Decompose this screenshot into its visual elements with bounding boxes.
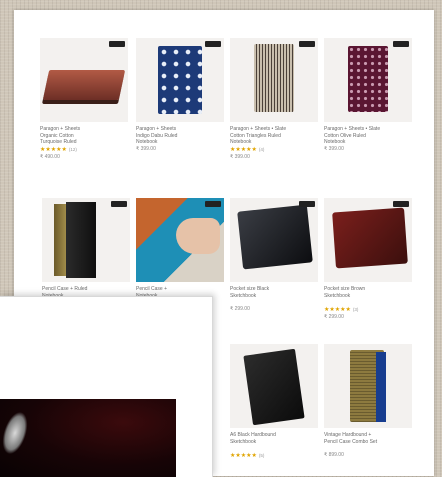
product-rating: ★★★★★ (3): [324, 306, 412, 314]
product-price: ₹ 299.00: [230, 306, 250, 312]
product-price: ₹ 490.00: [40, 154, 60, 160]
product-badge: [393, 41, 409, 47]
product-image[interactable]: [40, 38, 128, 122]
rating-stars: ★★★★★: [230, 147, 257, 153]
product-image[interactable]: [230, 38, 318, 122]
product-image[interactable]: [136, 198, 224, 282]
notebook-image: [332, 207, 408, 269]
notebook-cover-image: [376, 352, 386, 422]
notebook-image: [348, 46, 388, 112]
product-badge: [109, 41, 125, 47]
rating-count: (5): [258, 453, 265, 458]
hand-image: [176, 218, 220, 254]
product-title[interactable]: Paragon + Sheets • Slate Cotton Olive Ru…: [324, 126, 412, 146]
product-price: ₹ 399.00: [324, 146, 344, 152]
product-title[interactable]: Vintage Hardbound + Pencil Case Combo Se…: [324, 432, 412, 452]
product-card[interactable]: Pocket size Black Sketchbook ₹ 299.00: [230, 198, 318, 313]
video-highlight: [0, 408, 33, 458]
product-rating: ★★★★★ (12): [40, 146, 128, 154]
product-image[interactable]: [136, 38, 224, 122]
notebook-image: [243, 348, 305, 426]
product-badge: [393, 201, 409, 207]
product-price: ₹ 899.00: [324, 452, 344, 458]
product-card[interactable]: Paragon + Sheets Organic Cotton Turquois…: [40, 38, 128, 161]
notebook-image: [42, 70, 126, 100]
product-price: ₹ 299.00: [324, 314, 344, 320]
notebook-image: [254, 44, 294, 112]
product-rating: ★★★★★ (5): [230, 452, 318, 460]
product-price: ₹ 399.00: [136, 146, 156, 152]
product-image[interactable]: [324, 198, 412, 282]
product-card[interactable]: A6 Black Hardbound Sketchbook ★★★★★ (5): [230, 344, 318, 460]
product-card[interactable]: Pencil Case + Notebook: [136, 198, 224, 306]
product-image[interactable]: [42, 198, 130, 282]
rating-count: (12): [68, 147, 77, 152]
product-badge: [205, 41, 221, 47]
product-image[interactable]: [324, 344, 412, 428]
product-title[interactable]: A6 Black Hardbound Sketchbook: [230, 432, 318, 452]
product-card[interactable]: Paragon + Sheets • Slate Cotton Olive Ru…: [324, 38, 412, 153]
product-title[interactable]: Paragon + Sheets • Slate Cotton Triangle…: [230, 126, 318, 146]
product-badge: [299, 41, 315, 47]
product-card[interactable]: Vintage Hardbound + Pencil Case Combo Se…: [324, 344, 412, 459]
product-title[interactable]: Pocket size Black Sketchbook: [230, 286, 318, 306]
product-title[interactable]: Paragon + Sheets Indigo Dabu Ruled Noteb…: [136, 126, 224, 146]
product-card[interactable]: Pocket size Brown Sketchbook ★★★★★ (3) ₹ …: [324, 198, 412, 321]
rating-stars: ★★★★★: [230, 453, 257, 459]
product-image[interactable]: [324, 38, 412, 122]
product-title[interactable]: Pocket size Brown Sketchbook: [324, 286, 412, 306]
overlay-window[interactable]: [0, 296, 213, 477]
notebook-image: [66, 202, 96, 278]
product-image[interactable]: [230, 344, 318, 428]
video-preview[interactable]: [0, 399, 176, 477]
product-card[interactable]: Paragon + Sheets • Slate Cotton Triangle…: [230, 38, 318, 161]
product-badge: [111, 201, 127, 207]
product-card[interactable]: Pencil Case + Ruled Notebook: [42, 198, 130, 306]
product-title[interactable]: Paragon + Sheets Organic Cotton Turquois…: [40, 126, 128, 146]
notebook-image: [158, 46, 202, 114]
product-price: ₹ 399.00: [230, 154, 250, 160]
rating-count: (4): [258, 147, 265, 152]
product-image[interactable]: [230, 198, 318, 282]
rating-stars: ★★★★★: [40, 147, 67, 153]
product-card[interactable]: Paragon + Sheets Indigo Dabu Ruled Noteb…: [136, 38, 224, 153]
rating-stars: ★★★★★: [324, 307, 351, 313]
rating-count: (3): [352, 307, 359, 312]
product-rating: ★★★★★ (4): [230, 146, 318, 154]
notebook-image: [237, 204, 313, 270]
product-badge: [205, 201, 221, 207]
notebook-image: [54, 204, 66, 276]
product-badge: [299, 201, 315, 207]
